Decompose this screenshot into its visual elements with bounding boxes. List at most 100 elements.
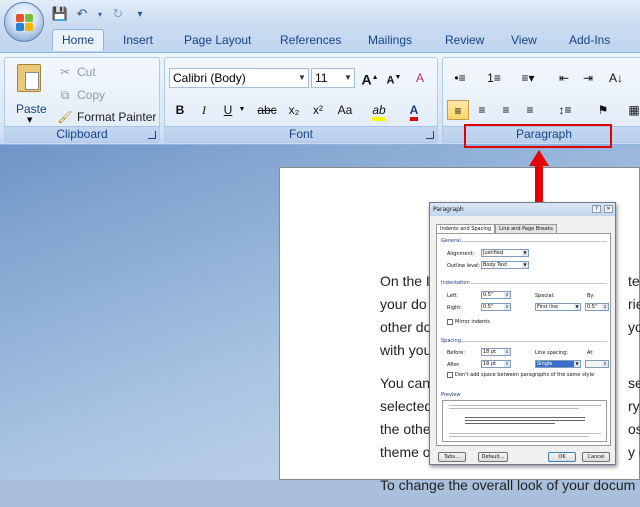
paste-label: Paste xyxy=(16,102,47,116)
copy-button[interactable]: ⧉ Copy xyxy=(57,87,105,103)
special-select[interactable]: First line ▼ xyxy=(535,303,581,311)
shrink-font-button[interactable]: A▼ xyxy=(383,68,405,88)
dialog-panel: General Alignment: Justified ▼ Outline le… xyxy=(436,233,611,446)
font-family-combo[interactable]: Calibri (Body) ▼ xyxy=(169,68,309,88)
by-spinner[interactable]: 0.5" ⇕ xyxy=(585,303,609,311)
redo-icon[interactable]: ↻ xyxy=(110,6,126,22)
preview-line xyxy=(465,420,585,421)
mirror-indents-label: Mirror indents xyxy=(455,319,490,325)
paragraph-highlight-box xyxy=(464,124,612,148)
superscript-button[interactable]: x² xyxy=(307,100,329,120)
save-icon[interactable]: 💾 xyxy=(52,6,68,22)
close-icon[interactable]: ✕ xyxy=(604,205,613,213)
borders-button[interactable]: ▦ xyxy=(623,100,640,120)
by-label: By: xyxy=(587,293,595,299)
strikethrough-button[interactable]: abc xyxy=(253,100,281,120)
decrease-indent-button[interactable]: ⇤ xyxy=(553,68,575,88)
right-indent-spinner[interactable]: 0.5" ⇕ xyxy=(481,303,511,311)
at-spinner[interactable]: ⇕ xyxy=(585,360,609,368)
justify-button[interactable]: ≡ xyxy=(519,100,541,120)
line-spacing-button[interactable]: ↕≡ xyxy=(551,100,579,120)
before-spinner[interactable]: 18 pt ⇕ xyxy=(481,348,511,356)
align-left-button[interactable]: ≡ xyxy=(447,100,469,120)
bold-button[interactable]: B xyxy=(169,100,191,120)
left-indent-label: Left: xyxy=(447,293,459,299)
chevron-down-icon: ▼ xyxy=(574,361,580,367)
tab-add-ins[interactable]: Add-Ins xyxy=(569,33,610,47)
customize-qat-icon[interactable]: ▾ xyxy=(132,6,148,22)
office-button[interactable] xyxy=(4,2,44,42)
dont-add-space-checkbox[interactable] xyxy=(447,372,453,378)
tab-review[interactable]: Review xyxy=(445,33,484,47)
help-icon[interactable]: ? xyxy=(592,205,601,213)
tab-line-page-breaks[interactable]: Line and Page Breaks xyxy=(495,224,557,233)
undo-icon[interactable]: ↶ xyxy=(74,6,90,22)
increase-indent-button[interactable]: ⇥ xyxy=(577,68,599,88)
align-right-icon: ≡ xyxy=(502,103,510,117)
underline-button[interactable]: U xyxy=(217,100,239,120)
alignment-label: Alignment: xyxy=(447,251,475,257)
tab-view[interactable]: View xyxy=(511,33,537,47)
tabs-button[interactable]: Tabs... xyxy=(438,452,466,462)
alignment-value: Justified xyxy=(483,250,503,256)
divider xyxy=(461,241,607,242)
multilevel-list-icon: ≡▾ xyxy=(521,71,535,85)
format-painter-button[interactable]: 🖌 Format Painter xyxy=(57,109,156,125)
cancel-button[interactable]: Cancel xyxy=(582,452,610,462)
after-label: After: xyxy=(447,362,461,368)
paste-button[interactable]: Paste ▼ xyxy=(9,62,51,124)
shading-button[interactable]: ⚑ xyxy=(589,100,617,120)
cut-button[interactable]: ✂ Cut xyxy=(57,64,96,80)
italic-button[interactable]: I xyxy=(193,100,215,120)
sort-icon: A↓ xyxy=(608,71,623,85)
undo-dropdown-icon[interactable]: ▾ xyxy=(96,6,104,22)
tab-insert[interactable]: Insert xyxy=(123,33,153,47)
special-value: First line xyxy=(537,304,559,310)
numbering-button[interactable]: 1≡ xyxy=(481,68,507,88)
subscript-button[interactable]: x₂ xyxy=(283,100,305,120)
left-indent-spinner[interactable]: 0.5" ⇕ xyxy=(481,291,511,299)
grow-font-button[interactable]: A▲ xyxy=(359,68,381,88)
mirror-indents-checkbox[interactable] xyxy=(447,319,453,325)
numbering-icon: 1≡ xyxy=(487,71,501,85)
dialog-title: Paragraph xyxy=(430,203,615,216)
align-center-button[interactable]: ≡ xyxy=(471,100,493,120)
font-size-combo[interactable]: 11 ▼ xyxy=(311,68,355,88)
outline-select[interactable]: Body Text ▼ xyxy=(481,261,529,269)
bullets-button[interactable]: •≡ xyxy=(447,68,473,88)
tab-indents-spacing[interactable]: Indents and Spacing xyxy=(436,224,496,233)
font-family-value: Calibri (Body) xyxy=(173,71,246,85)
sort-button[interactable]: A↓ xyxy=(605,68,627,88)
clipboard-launcher-icon[interactable] xyxy=(148,131,156,139)
grow-font-icon: A xyxy=(361,71,372,88)
preview-line xyxy=(465,423,555,424)
default-button[interactable]: Default... xyxy=(478,452,508,462)
tab-mailings[interactable]: Mailings xyxy=(368,33,412,47)
text-line: To change the overall look of your docum xyxy=(380,477,636,493)
ok-button[interactable]: OK xyxy=(548,452,576,462)
after-spinner[interactable]: 18 pt ⇕ xyxy=(481,360,511,368)
tab-page-layout[interactable]: Page Layout xyxy=(184,33,251,47)
clear-formatting-icon: A xyxy=(415,71,424,85)
section-indentation: Indentation xyxy=(441,280,470,286)
tab-home[interactable]: Home xyxy=(52,29,105,51)
tab-references[interactable]: References xyxy=(280,33,341,47)
underline-dropdown-icon[interactable]: ▼ xyxy=(237,100,247,120)
right-text-column: ter rie yo se ry ost y c xyxy=(628,270,640,464)
chevron-down-icon: ▼ xyxy=(298,73,306,82)
multilevel-list-button[interactable]: ≡▾ xyxy=(515,68,541,88)
justify-icon: ≡ xyxy=(526,103,534,117)
highlight-button[interactable]: ab xyxy=(365,100,393,121)
change-case-button[interactable]: Aa xyxy=(331,100,359,120)
spinner-icon: ⇕ xyxy=(602,361,608,367)
paste-icon xyxy=(17,64,41,92)
right-indent-value: 0.5" xyxy=(483,304,494,310)
chevron-down-icon: ▼ xyxy=(522,250,528,256)
dialog-tabs: Indents and Spacing Line and Page Breaks xyxy=(436,224,557,233)
alignment-select[interactable]: Justified ▼ xyxy=(481,249,529,257)
clear-formatting-button[interactable]: A xyxy=(409,68,431,88)
align-right-button[interactable]: ≡ xyxy=(495,100,517,120)
font-launcher-icon[interactable] xyxy=(426,131,434,139)
font-color-button[interactable]: A xyxy=(401,100,427,121)
line-spacing-select[interactable]: Single ▼ xyxy=(535,360,581,368)
